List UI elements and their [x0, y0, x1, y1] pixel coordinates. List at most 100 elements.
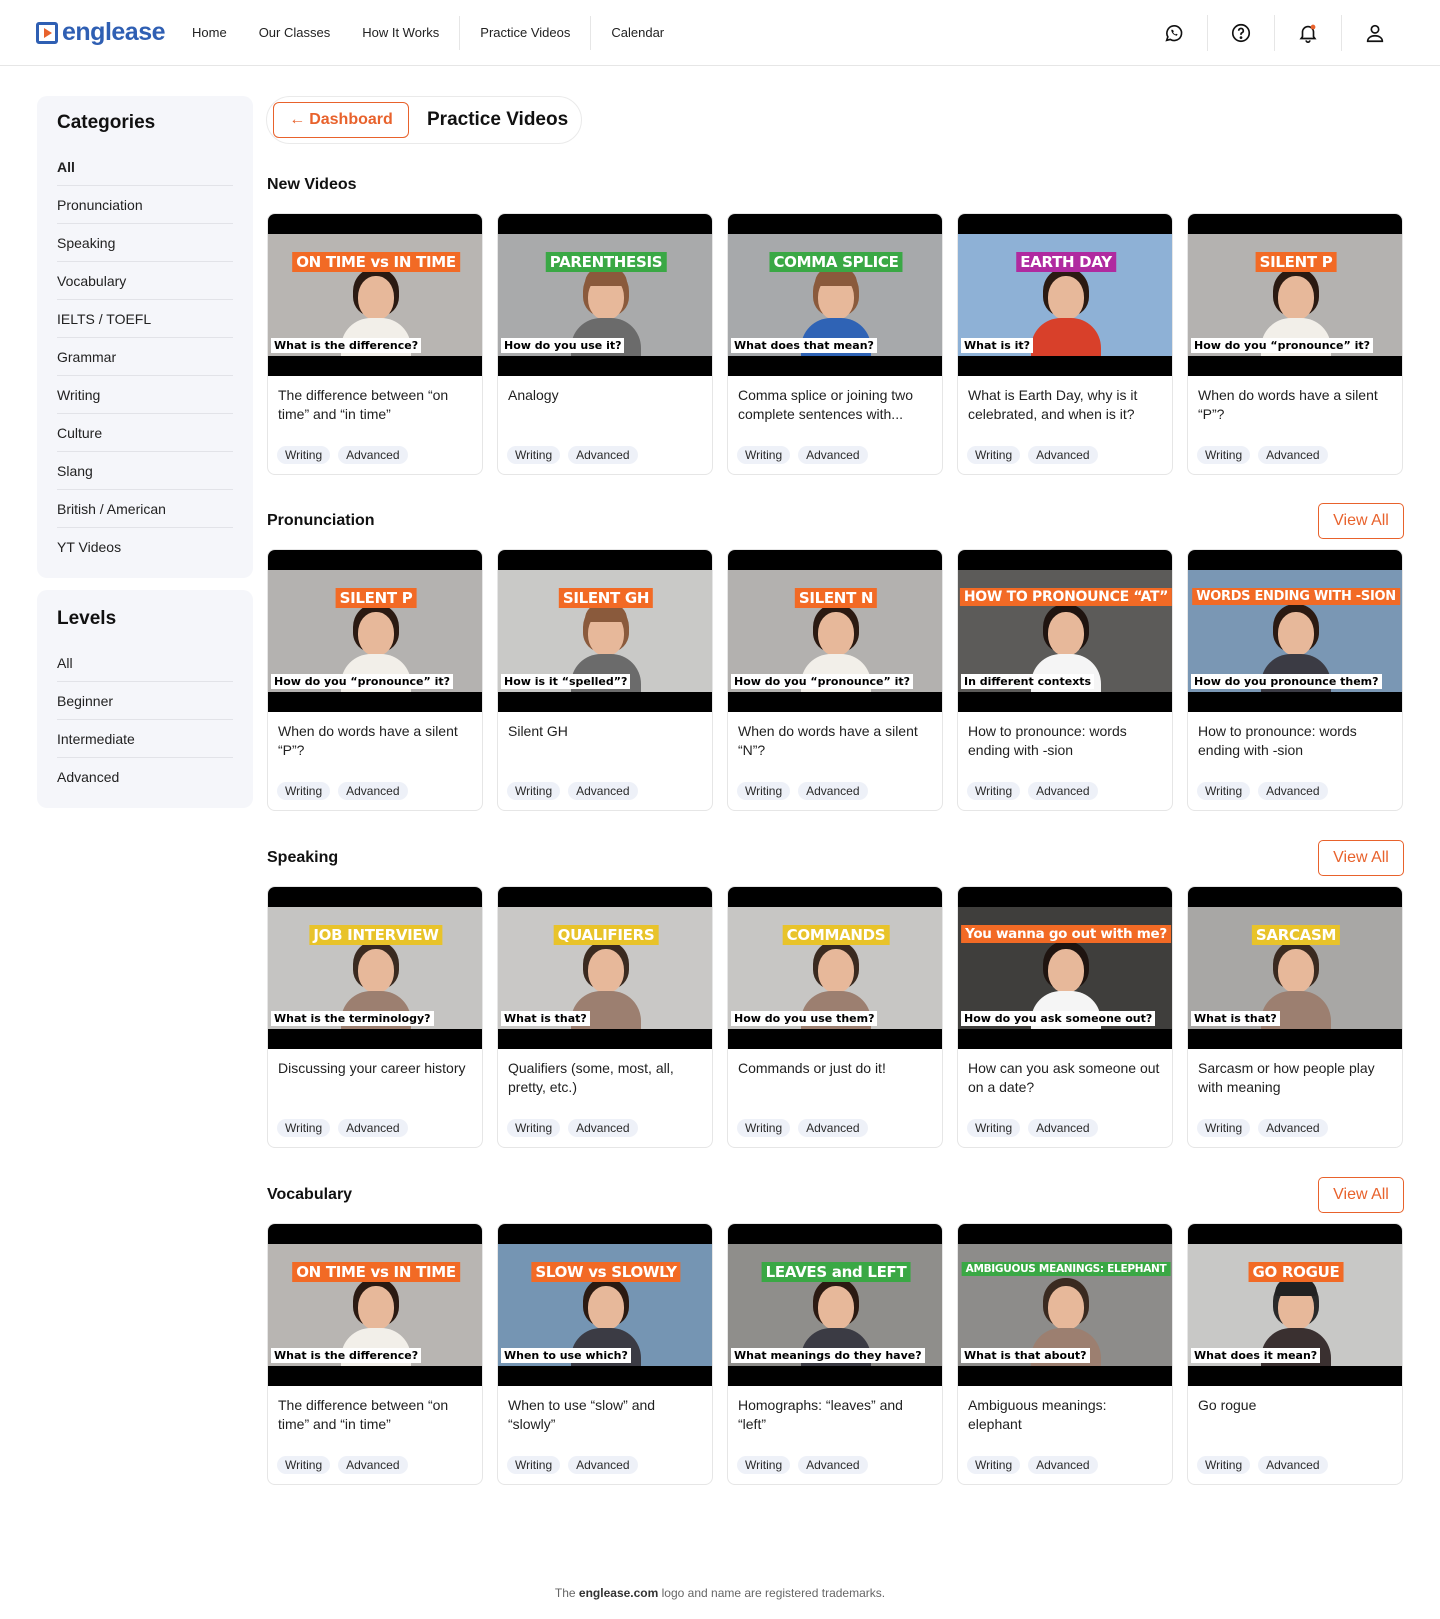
video-card[interactable]: COMMANDS How do you use them? Commands o…	[727, 886, 943, 1148]
category-item-grammar[interactable]: Grammar	[57, 338, 233, 376]
video-title[interactable]: How can you ask someone out on a date?	[958, 1049, 1172, 1113]
video-title[interactable]: Sarcasm or how people play with meaning	[1188, 1049, 1402, 1113]
video-card[interactable]: SILENT GH How is it “spelled”? Silent GH…	[497, 549, 713, 811]
level-item-beginner[interactable]: Beginner	[57, 682, 233, 720]
video-title[interactable]: Qualifiers (some, most, all, pretty, etc…	[498, 1049, 712, 1113]
video-thumbnail[interactable]: SILENT GH How is it “spelled”?	[498, 550, 712, 712]
video-title[interactable]: When to use “slow” and “slowly”	[498, 1386, 712, 1450]
video-card[interactable]: JOB INTERVIEW What is the terminology? D…	[267, 886, 483, 1148]
video-thumbnail[interactable]: PARENTHESIS How do you use it?	[498, 214, 712, 376]
video-thumbnail[interactable]: SILENT P How do you “pronounce” it?	[1188, 214, 1402, 376]
video-thumbnail[interactable]: HOW TO PRONOUNCE “AT” In different conte…	[958, 550, 1172, 712]
video-title[interactable]: When do words have a silent “N”?	[728, 712, 942, 776]
video-thumbnail[interactable]: ON TIME vs IN TIME What is the differenc…	[268, 1224, 482, 1386]
video-card[interactable]: HOW TO PRONOUNCE “AT” In different conte…	[957, 549, 1173, 811]
video-card[interactable]: QUALIFIERS What is that? Qualifiers (som…	[497, 886, 713, 1148]
notification-bell-icon[interactable]	[1275, 0, 1341, 66]
footer-trademark: The englease.com logo and name are regis…	[0, 1586, 1440, 1600]
category-item-speaking[interactable]: Speaking	[57, 224, 233, 262]
video-title[interactable]: Discussing your career history	[268, 1049, 482, 1113]
help-icon[interactable]	[1208, 0, 1274, 66]
video-thumbnail[interactable]: You wanna go out with me? How do you ask…	[958, 887, 1172, 1049]
video-title[interactable]: When do words have a silent “P”?	[268, 712, 482, 776]
video-card[interactable]: SLOW vs SLOWLY When to use which? When t…	[497, 1223, 713, 1485]
video-title[interactable]: The difference between “on time” and “in…	[268, 376, 482, 440]
video-title[interactable]: What is Earth Day, why is it celebrated,…	[958, 376, 1172, 440]
video-title[interactable]: Homographs: “leaves” and “left”	[728, 1386, 942, 1450]
video-thumbnail[interactable]: AMBIGUOUS MEANINGS: ELEPHANT What is tha…	[958, 1224, 1172, 1386]
englease-logo[interactable]: englease	[36, 18, 166, 47]
whatsapp-icon[interactable]	[1141, 0, 1207, 66]
video-thumbnail[interactable]: SARCASM What is that?	[1188, 887, 1402, 1049]
video-title[interactable]: When do words have a silent “P”?	[1188, 376, 1402, 440]
video-thumbnail[interactable]: QUALIFIERS What is that?	[498, 887, 712, 1049]
video-card[interactable]: SILENT P How do you “pronounce” it? When…	[267, 549, 483, 811]
category-item-culture[interactable]: Culture	[57, 414, 233, 452]
level-item-intermediate[interactable]: Intermediate	[57, 720, 233, 758]
category-item-writing[interactable]: Writing	[57, 376, 233, 414]
logo-text: englease	[62, 18, 166, 46]
video-card[interactable]: SARCASM What is that? Sarcasm or how peo…	[1187, 886, 1403, 1148]
video-thumbnail[interactable]: COMMA SPLICE What does that mean?	[728, 214, 942, 376]
video-thumbnail[interactable]: JOB INTERVIEW What is the terminology?	[268, 887, 482, 1049]
thumbnail-banner-text: WORDS ENDING WITH -SION	[1192, 588, 1400, 605]
category-item-pronunciation[interactable]: Pronunciation	[57, 186, 233, 224]
nav-our-classes[interactable]: Our Classes	[243, 18, 347, 48]
video-title[interactable]: Commands or just do it!	[728, 1049, 942, 1113]
video-card[interactable]: ON TIME vs IN TIME What is the differenc…	[267, 213, 483, 475]
video-title[interactable]: Ambiguous meanings: elephant	[958, 1386, 1172, 1450]
nav-practice-videos[interactable]: Practice Videos	[464, 18, 586, 48]
category-item-vocabulary[interactable]: Vocabulary	[57, 262, 233, 300]
nav-calendar[interactable]: Calendar	[595, 18, 680, 48]
video-title[interactable]: Silent GH	[498, 712, 712, 776]
level-item-advanced[interactable]: Advanced	[57, 758, 233, 796]
levels-list: All Beginner Intermediate Advanced	[57, 644, 233, 796]
video-thumbnail[interactable]: GO ROGUE What does it mean?	[1188, 1224, 1402, 1386]
video-thumbnail[interactable]: SLOW vs SLOWLY When to use which?	[498, 1224, 712, 1386]
video-card[interactable]: COMMA SPLICE What does that mean? Comma …	[727, 213, 943, 475]
video-card[interactable]: WORDS ENDING WITH -SION How do you prono…	[1187, 549, 1403, 811]
nav-how-it-works[interactable]: How It Works	[346, 18, 455, 48]
video-tags: Writing Advanced	[1197, 1456, 1328, 1474]
video-card[interactable]: You wanna go out with me? How do you ask…	[957, 886, 1173, 1148]
video-thumbnail[interactable]: ON TIME vs IN TIME What is the differenc…	[268, 214, 482, 376]
video-thumbnail[interactable]: SILENT N How do you “pronounce” it?	[728, 550, 942, 712]
user-profile-icon[interactable]	[1342, 0, 1408, 66]
thumbnail-question-text: What meanings do they have?	[731, 1348, 925, 1363]
category-item-yt-videos[interactable]: YT Videos	[57, 528, 233, 566]
video-title[interactable]: How to pronounce: words ending with -sio…	[1188, 712, 1402, 776]
video-card[interactable]: PARENTHESIS How do you use it? Analogy W…	[497, 213, 713, 475]
video-thumbnail[interactable]: SILENT P How do you “pronounce” it?	[268, 550, 482, 712]
video-card[interactable]: SILENT N How do you “pronounce” it? When…	[727, 549, 943, 811]
video-thumbnail[interactable]: LEAVES and LEFT What meanings do they ha…	[728, 1224, 942, 1386]
levels-title: Levels	[57, 608, 117, 629]
video-thumbnail[interactable]: EARTH DAY What is it?	[958, 214, 1172, 376]
video-thumbnail[interactable]: WORDS ENDING WITH -SION How do you prono…	[1188, 550, 1402, 712]
video-card[interactable]: SILENT P How do you “pronounce” it? When…	[1187, 213, 1403, 475]
category-item-british-american[interactable]: British / American	[57, 490, 233, 528]
video-card[interactable]: GO ROGUE What does it mean? Go rogue Wri…	[1187, 1223, 1403, 1485]
video-thumbnail[interactable]: COMMANDS How do you use them?	[728, 887, 942, 1049]
nav-home[interactable]: Home	[176, 18, 243, 48]
video-title[interactable]: The difference between “on time” and “in…	[268, 1386, 482, 1450]
view-all-button-vocabulary[interactable]: View All	[1318, 1177, 1404, 1213]
video-title[interactable]: Analogy	[498, 376, 712, 440]
level-item-all[interactable]: All	[57, 644, 233, 682]
category-item-ielts-toefl[interactable]: IELTS / TOEFL	[57, 300, 233, 338]
video-card[interactable]: ON TIME vs IN TIME What is the differenc…	[267, 1223, 483, 1485]
tag-level: Advanced	[1028, 446, 1098, 464]
view-all-button-speaking[interactable]: View All	[1318, 840, 1404, 876]
category-item-slang[interactable]: Slang	[57, 452, 233, 490]
video-title[interactable]: Comma splice or joining two complete sen…	[728, 376, 942, 440]
video-card[interactable]: LEAVES and LEFT What meanings do they ha…	[727, 1223, 943, 1485]
category-item-all[interactable]: All	[57, 148, 233, 186]
view-all-button-pronunciation[interactable]: View All	[1318, 503, 1404, 539]
video-card[interactable]: AMBIGUOUS MEANINGS: ELEPHANT What is tha…	[957, 1223, 1173, 1485]
video-title[interactable]: Go rogue	[1188, 1386, 1402, 1450]
dashboard-back-button[interactable]: ← Dashboard	[273, 102, 409, 138]
video-card[interactable]: EARTH DAY What is it? What is Earth Day,…	[957, 213, 1173, 475]
tag-level: Advanced	[1258, 1119, 1328, 1137]
tag-level: Advanced	[1028, 1119, 1098, 1137]
footer-brand[interactable]: englease.com	[579, 1586, 658, 1600]
video-title[interactable]: How to pronounce: words ending with -sio…	[958, 712, 1172, 776]
